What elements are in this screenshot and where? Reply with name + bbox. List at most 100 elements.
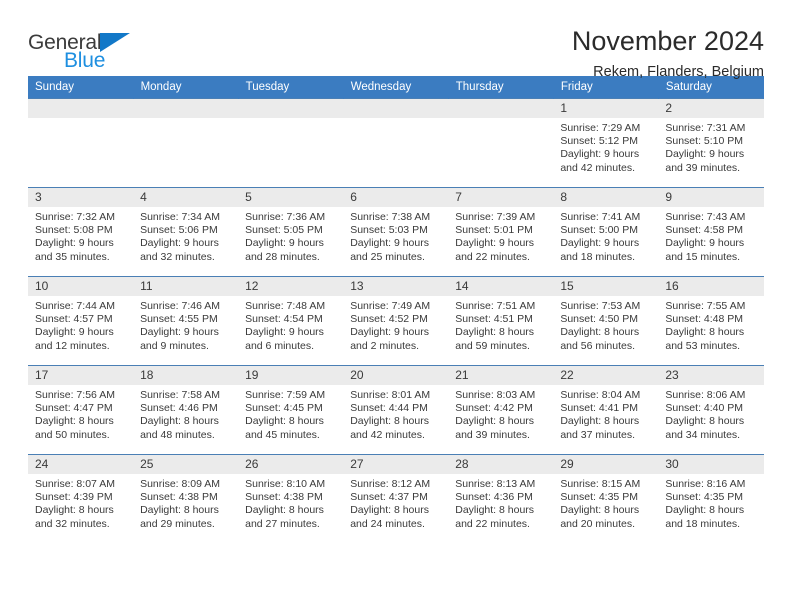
calendar-day-cell[interactable]: 22 Sunrise: 8:04 AM Sunset: 4:41 PM Dayli… — [553, 365, 659, 455]
calendar-day-cell[interactable]: 12 Sunrise: 7:48 AM Sunset: 4:54 PM Dayli… — [238, 276, 344, 366]
calendar-day-cell[interactable]: 29 Sunrise: 8:15 AM Sunset: 4:35 PM Dayli… — [553, 454, 659, 543]
day-number: 30 — [658, 455, 764, 474]
day-number: 7 — [448, 188, 554, 207]
day-number: 5 — [238, 188, 344, 207]
calendar-day-cell[interactable]: 2 Sunrise: 7:31 AM Sunset: 5:10 PM Daylig… — [658, 98, 764, 188]
sun-info: Sunrise: 8:03 AM Sunset: 4:42 PM Dayligh… — [455, 389, 536, 441]
sun-info: Sunrise: 7:44 AM Sunset: 4:57 PM Dayligh… — [35, 300, 115, 352]
day-number: 6 — [343, 188, 449, 207]
calendar-day-cell[interactable]: 19 Sunrise: 7:59 AM Sunset: 4:45 PM Dayli… — [238, 365, 344, 455]
weekday-header-wednesday: Wednesday — [343, 76, 449, 99]
calendar-day-cell[interactable]: 7 Sunrise: 7:39 AM Sunset: 5:01 PM Daylig… — [448, 187, 554, 277]
day-number: 28 — [448, 455, 554, 474]
calendar-empty-cell — [133, 98, 239, 188]
calendar-day-cell[interactable]: 26 Sunrise: 8:10 AM Sunset: 4:38 PM Dayli… — [238, 454, 344, 543]
calendar-body: 1 Sunrise: 7:29 AM Sunset: 5:12 PM Daylig… — [28, 98, 764, 543]
sun-info: Sunrise: 7:53 AM Sunset: 4:50 PM Dayligh… — [560, 300, 641, 352]
sun-info: Sunrise: 8:13 AM Sunset: 4:36 PM Dayligh… — [455, 478, 536, 530]
sun-info: Sunrise: 8:15 AM Sunset: 4:35 PM Dayligh… — [560, 478, 641, 530]
sun-info: Sunrise: 8:06 AM Sunset: 4:40 PM Dayligh… — [665, 389, 746, 441]
calendar-week-row: 3 Sunrise: 7:32 AM Sunset: 5:08 PM Daylig… — [28, 187, 764, 277]
calendar-day-cell[interactable]: 20 Sunrise: 8:01 AM Sunset: 4:44 PM Dayli… — [343, 365, 449, 455]
calendar-empty-cell — [343, 98, 449, 188]
sun-info: Sunrise: 7:38 AM Sunset: 5:03 PM Dayligh… — [350, 211, 431, 263]
day-number — [133, 99, 239, 118]
sun-info: Sunrise: 8:10 AM Sunset: 4:38 PM Dayligh… — [245, 478, 326, 530]
sun-info: Sunrise: 8:07 AM Sunset: 4:39 PM Dayligh… — [35, 478, 115, 530]
calendar-day-cell[interactable]: 24 Sunrise: 8:07 AM Sunset: 4:39 PM Dayli… — [28, 454, 134, 543]
weekday-header-tuesday: Tuesday — [238, 76, 344, 99]
sun-info: Sunrise: 8:09 AM Sunset: 4:38 PM Dayligh… — [140, 478, 221, 530]
calendar-day-cell[interactable]: 6 Sunrise: 7:38 AM Sunset: 5:03 PM Daylig… — [343, 187, 449, 277]
calendar-day-cell[interactable]: 13 Sunrise: 7:49 AM Sunset: 4:52 PM Dayli… — [343, 276, 449, 366]
title-block: November 2024 Rekem, Flanders, Belgium — [572, 26, 764, 81]
sun-info: Sunrise: 7:49 AM Sunset: 4:52 PM Dayligh… — [350, 300, 431, 352]
calendar-day-cell[interactable]: 18 Sunrise: 7:58 AM Sunset: 4:46 PM Dayli… — [133, 365, 239, 455]
day-number: 10 — [28, 277, 134, 296]
sun-info: Sunrise: 7:55 AM Sunset: 4:48 PM Dayligh… — [665, 300, 746, 352]
sun-info: Sunrise: 7:51 AM Sunset: 4:51 PM Dayligh… — [455, 300, 536, 352]
calendar-day-cell[interactable]: 27 Sunrise: 8:12 AM Sunset: 4:37 PM Dayli… — [343, 454, 449, 543]
sun-info: Sunrise: 8:04 AM Sunset: 4:41 PM Dayligh… — [560, 389, 641, 441]
sun-info: Sunrise: 7:39 AM Sunset: 5:01 PM Dayligh… — [455, 211, 536, 263]
weekday-header-monday: Monday — [133, 76, 239, 99]
calendar-day-cell[interactable]: 23 Sunrise: 8:06 AM Sunset: 4:40 PM Dayli… — [658, 365, 764, 455]
calendar-week-row: 1 Sunrise: 7:29 AM Sunset: 5:12 PM Daylig… — [28, 98, 764, 188]
calendar-empty-cell — [28, 98, 134, 188]
day-number — [28, 99, 134, 118]
sun-info: Sunrise: 7:46 AM Sunset: 4:55 PM Dayligh… — [140, 300, 221, 352]
sun-info: Sunrise: 7:56 AM Sunset: 4:47 PM Dayligh… — [35, 389, 115, 441]
calendar-day-cell[interactable]: 14 Sunrise: 7:51 AM Sunset: 4:51 PM Dayli… — [448, 276, 554, 366]
day-number: 11 — [133, 277, 239, 296]
sun-info: Sunrise: 8:12 AM Sunset: 4:37 PM Dayligh… — [350, 478, 431, 530]
calendar-day-cell[interactable]: 17 Sunrise: 7:56 AM Sunset: 4:47 PM Dayli… — [28, 365, 134, 455]
calendar-day-cell[interactable]: 15 Sunrise: 7:53 AM Sunset: 4:50 PM Dayli… — [553, 276, 659, 366]
calendar-table: Sunday Monday Tuesday Wednesday Thursday… — [28, 76, 765, 543]
day-number: 2 — [658, 99, 764, 118]
day-number: 25 — [133, 455, 239, 474]
calendar-day-cell[interactable]: 11 Sunrise: 7:46 AM Sunset: 4:55 PM Dayli… — [133, 276, 239, 366]
day-number: 27 — [343, 455, 449, 474]
calendar-day-cell[interactable]: 25 Sunrise: 8:09 AM Sunset: 4:38 PM Dayli… — [133, 454, 239, 543]
page-title: November 2024 — [571, 26, 764, 56]
sun-info: Sunrise: 7:29 AM Sunset: 5:12 PM Dayligh… — [560, 122, 641, 174]
sun-info: Sunrise: 7:32 AM Sunset: 5:08 PM Dayligh… — [35, 211, 115, 263]
day-number: 8 — [553, 188, 659, 207]
day-number — [238, 99, 344, 118]
day-number: 16 — [658, 277, 764, 296]
weekday-header-thursday: Thursday — [448, 76, 554, 99]
day-number: 15 — [553, 277, 659, 296]
brand-name-blue: Blue — [64, 49, 106, 72]
calendar-page: General Blue November 2024 Rekem, Flande… — [0, 0, 792, 612]
day-number: 24 — [28, 455, 134, 474]
calendar-day-cell[interactable]: 30 Sunrise: 8:16 AM Sunset: 4:35 PM Dayli… — [658, 454, 764, 543]
calendar-day-cell[interactable]: 9 Sunrise: 7:43 AM Sunset: 4:58 PM Daylig… — [658, 187, 764, 277]
calendar-day-cell[interactable]: 8 Sunrise: 7:41 AM Sunset: 5:00 PM Daylig… — [553, 187, 659, 277]
calendar-day-cell[interactable]: 3 Sunrise: 7:32 AM Sunset: 5:08 PM Daylig… — [28, 187, 134, 277]
day-number — [343, 99, 449, 118]
sun-info: Sunrise: 8:01 AM Sunset: 4:44 PM Dayligh… — [350, 389, 431, 441]
day-number — [448, 99, 554, 118]
page-subtitle: Rekem, Flanders, Belgium — [593, 64, 764, 81]
day-number: 12 — [238, 277, 344, 296]
day-number: 29 — [553, 455, 659, 474]
sun-info: Sunrise: 7:59 AM Sunset: 4:45 PM Dayligh… — [245, 389, 326, 441]
day-number: 4 — [133, 188, 239, 207]
calendar-day-cell[interactable]: 16 Sunrise: 7:55 AM Sunset: 4:48 PM Dayli… — [658, 276, 764, 366]
calendar-day-cell[interactable]: 21 Sunrise: 8:03 AM Sunset: 4:42 PM Dayli… — [448, 365, 554, 455]
calendar-day-cell[interactable]: 28 Sunrise: 8:13 AM Sunset: 4:36 PM Dayli… — [448, 454, 554, 543]
calendar-day-cell[interactable]: 4 Sunrise: 7:34 AM Sunset: 5:06 PM Daylig… — [133, 187, 239, 277]
calendar-week-row: 10 Sunrise: 7:44 AM Sunset: 4:57 PM Dayli… — [28, 276, 764, 366]
calendar-empty-cell — [448, 98, 554, 188]
calendar-day-cell[interactable]: 1 Sunrise: 7:29 AM Sunset: 5:12 PM Daylig… — [553, 98, 659, 188]
day-number: 21 — [448, 366, 554, 385]
sun-info: Sunrise: 7:34 AM Sunset: 5:06 PM Dayligh… — [140, 211, 221, 263]
day-number: 17 — [28, 366, 134, 385]
day-number: 13 — [343, 277, 449, 296]
calendar-day-cell[interactable]: 10 Sunrise: 7:44 AM Sunset: 4:57 PM Dayli… — [28, 276, 134, 366]
calendar-day-cell[interactable]: 5 Sunrise: 7:36 AM Sunset: 5:05 PM Daylig… — [238, 187, 344, 277]
day-number: 18 — [133, 366, 239, 385]
sun-info: Sunrise: 8:16 AM Sunset: 4:35 PM Dayligh… — [665, 478, 746, 530]
day-number: 14 — [448, 277, 554, 296]
brand-logo: General Blue — [28, 26, 148, 71]
